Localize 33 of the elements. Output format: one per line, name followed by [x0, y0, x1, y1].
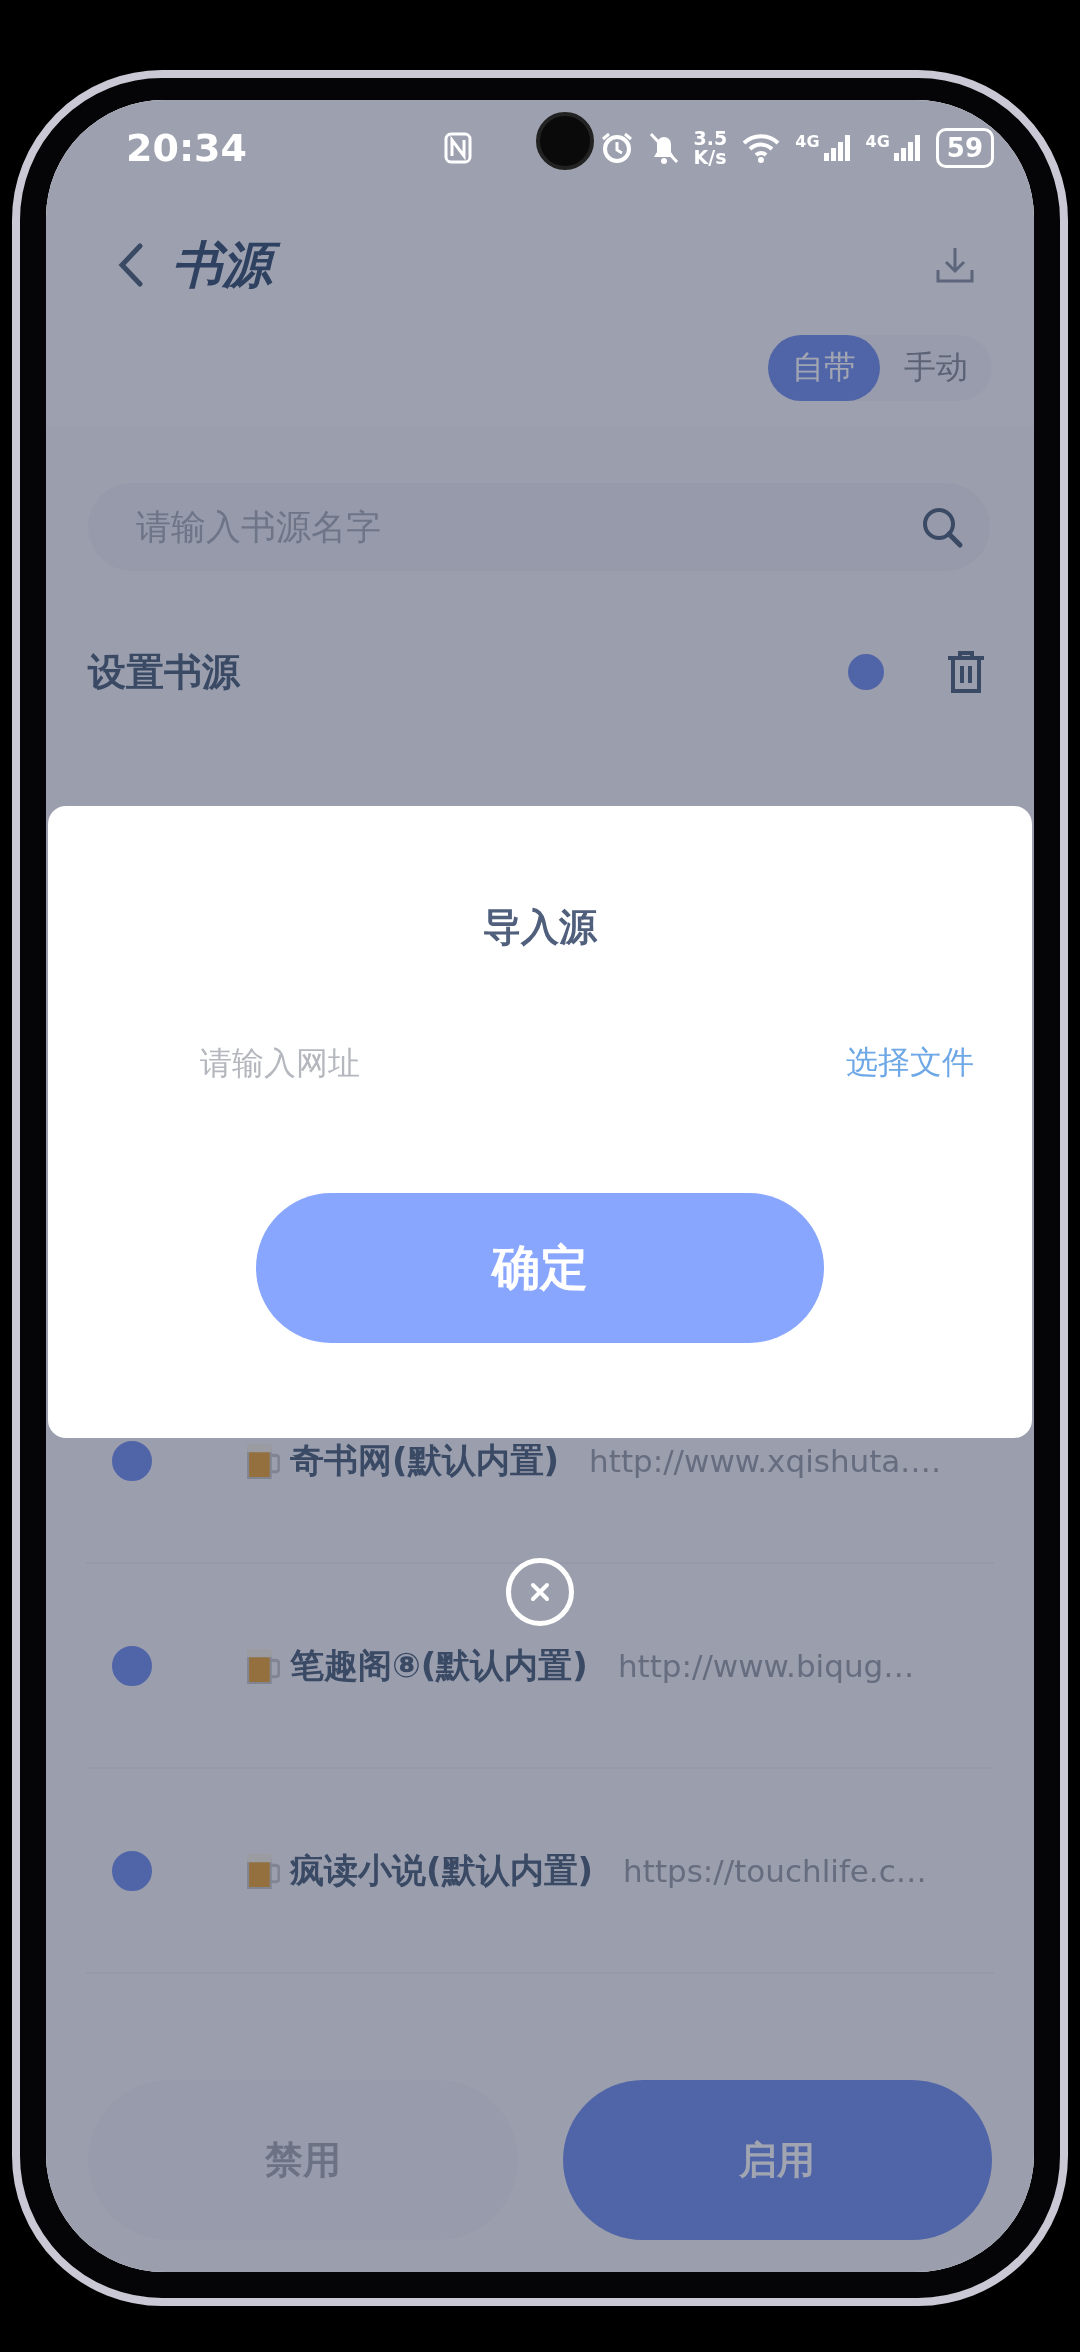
close-button[interactable] — [506, 1558, 574, 1626]
source-name: 奇书网(默认内置) — [290, 1438, 560, 1482]
select-all-toggle[interactable] — [848, 654, 884, 690]
source-name: 疯读小说(默认内置) — [290, 1848, 594, 1892]
nfc-icon — [443, 131, 472, 164]
network-type: 4G — [865, 131, 890, 151]
trash-icon[interactable] — [946, 650, 986, 694]
beer-mug-icon — [246, 1647, 280, 1684]
clock-time: 20:34 — [126, 125, 247, 170]
back-icon[interactable] — [116, 242, 146, 288]
net-speed-unit: K/s — [693, 147, 728, 166]
dialog-title: 导入源 — [483, 904, 597, 951]
page-title: 书源 — [172, 231, 934, 299]
section-title: 设置书源 — [88, 648, 242, 696]
source-tab[interactable]: 自带 — [768, 335, 880, 401]
network-type: 4G — [795, 131, 820, 151]
source-checkbox[interactable] — [112, 1440, 152, 1481]
enable-button[interactable]: 启用 — [562, 2080, 992, 2240]
beer-mug-icon — [246, 1852, 280, 1889]
confirm-button[interactable]: 确定 — [256, 1193, 824, 1343]
net-speed-value: 3.5 — [693, 129, 728, 148]
close-icon — [529, 1581, 551, 1603]
beer-mug-icon — [246, 1442, 280, 1479]
alarm-icon — [599, 130, 634, 165]
signal-icon — [891, 132, 922, 163]
wifi-icon — [741, 131, 782, 164]
source-checkbox[interactable] — [112, 1850, 152, 1891]
source-name: 笔趣阁⑧(默认内置) — [290, 1643, 588, 1687]
source-tab[interactable]: 手动 — [880, 335, 992, 401]
search-icon[interactable] — [920, 505, 964, 549]
signal-icon — [821, 132, 852, 163]
source-checkbox[interactable] — [112, 1645, 152, 1686]
choose-file-link[interactable]: 选择文件 — [846, 1041, 974, 1085]
